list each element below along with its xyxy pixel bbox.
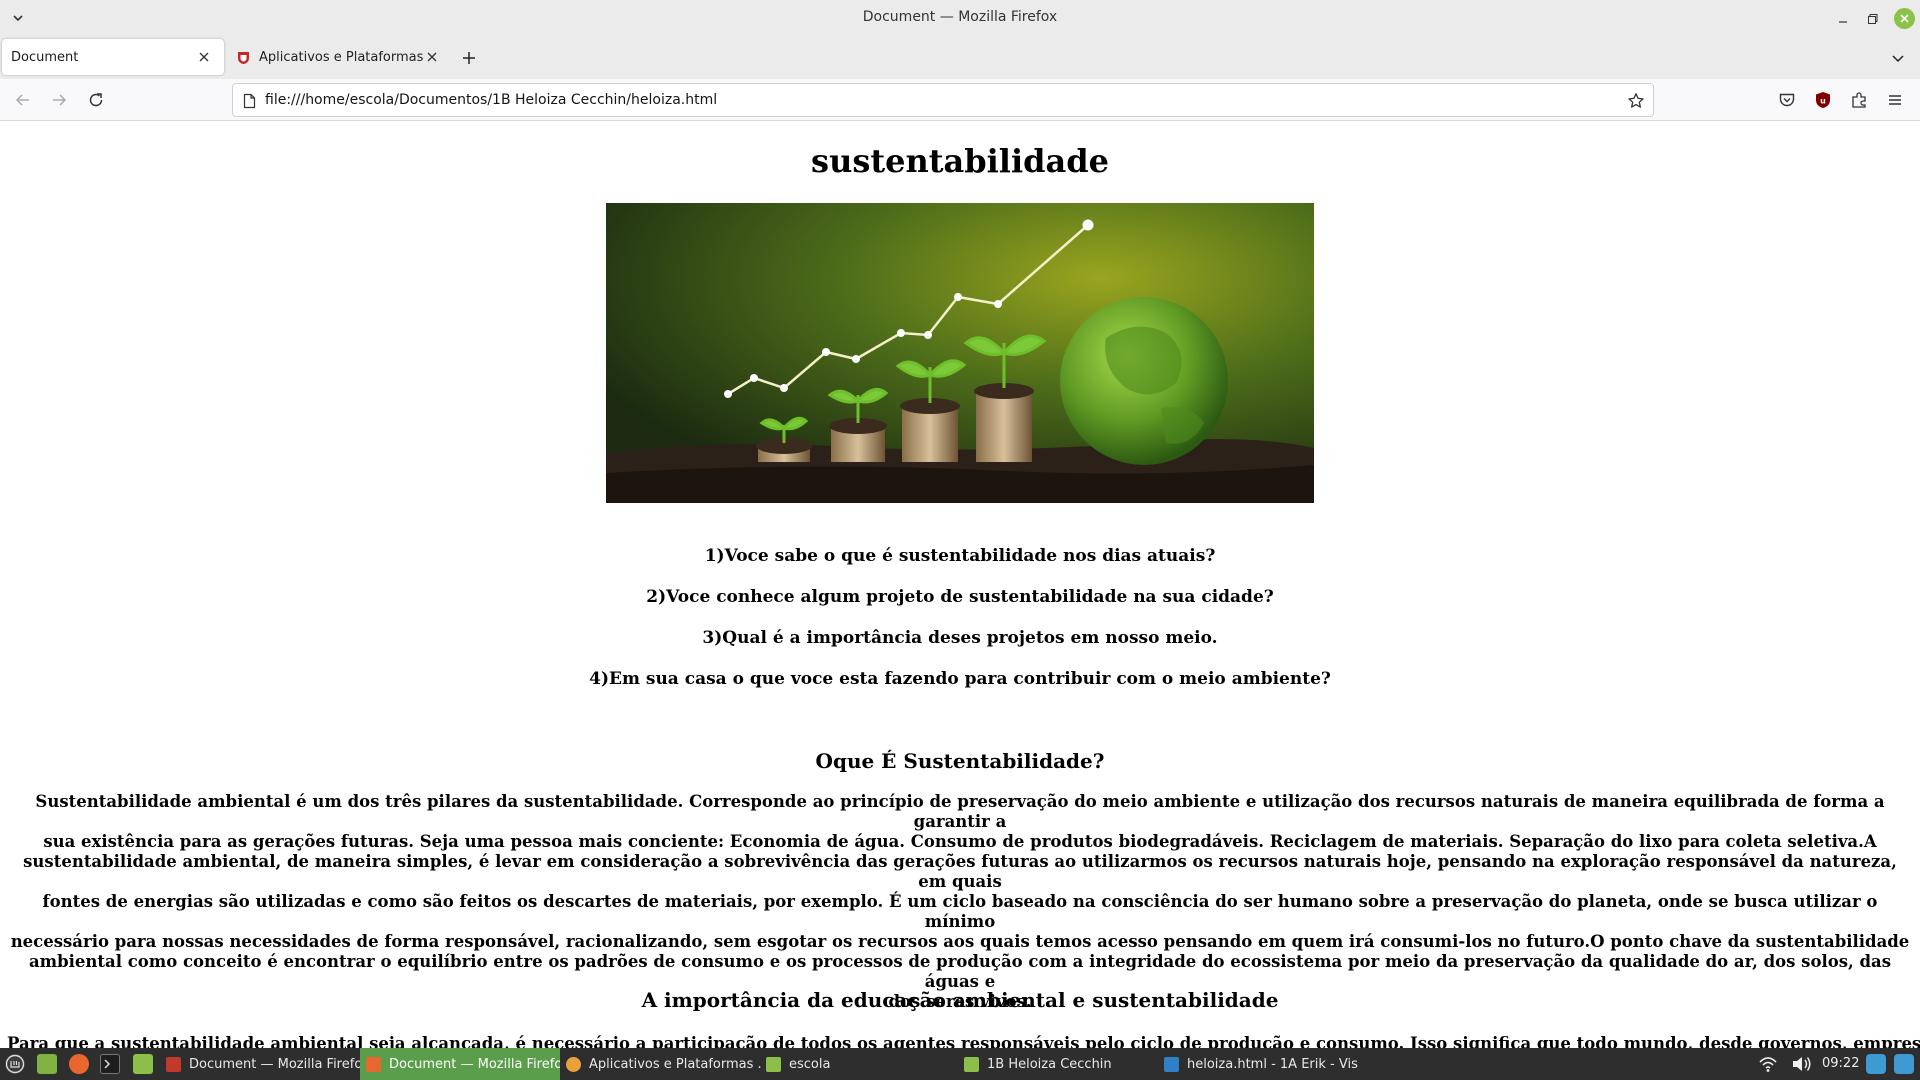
web-page-content: sustentabilidade 1)Voce sabe o que é sus…	[0, 122, 1920, 1048]
svg-text:u: u	[1820, 97, 1826, 106]
ublock-shield-icon[interactable]: u	[1814, 91, 1832, 109]
paragraph-line: sua existência para as gerações futuras.…	[43, 832, 1877, 851]
minimize-window-button[interactable]	[1833, 9, 1853, 29]
question-3: 3)Qual é a importância deses projetos em…	[702, 628, 1218, 648]
bookmark-star-icon[interactable]	[1627, 92, 1645, 110]
tab-strip: Document Aplicativos e Plataformas E	[0, 37, 1920, 79]
taskbar-clock[interactable]: 09:22	[1822, 1056, 1859, 1071]
tab-label: Document	[11, 49, 79, 65]
vscode-app-icon	[1164, 1056, 1179, 1072]
paragraph-line: necessário para nossas necessidades de f…	[10, 932, 1910, 951]
question-1: 1)Voce sabe o que é sustentabilidade nos…	[704, 546, 1216, 566]
education-paragraph-partial: Para que a sustentabilidade ambiental se…	[7, 1034, 1920, 1048]
close-window-button[interactable]	[1894, 8, 1915, 29]
tab-document[interactable]: Document	[2, 39, 224, 75]
taskbar-task[interactable]: heloiza.html - 1A Erik - Vis...	[1158, 1048, 1358, 1080]
firefox-launcher-icon[interactable]	[69, 1054, 89, 1074]
folder-icon	[766, 1056, 781, 1072]
site-favicon-icon	[236, 50, 251, 65]
url-bar[interactable]: file:///home/escola/Documentos/1B Heloiz…	[232, 83, 1654, 117]
chrome-app-icon	[566, 1056, 581, 1072]
new-tab-plus-icon[interactable]	[460, 49, 478, 67]
forward-arrow-icon[interactable]	[50, 91, 68, 109]
paragraph-line: ambiental como conceito é encontrar o eq…	[28, 952, 1892, 991]
section-heading-environmental-education: A importância da educação ambiental e su…	[641, 988, 1279, 1012]
question-4: 4)Em sua casa o que voce esta fazendo pa…	[589, 669, 1331, 689]
taskbar-task-active[interactable]: Document — Mozilla Firefox	[360, 1048, 560, 1080]
section-heading-what-is-sustainability: Oque É Sustentabilidade?	[815, 749, 1105, 773]
list-all-tabs-chevron-icon[interactable]	[1890, 50, 1906, 66]
page-heading: sustentabilidade	[811, 142, 1109, 180]
sustainability-hero-image	[606, 203, 1314, 503]
close-tab-icon[interactable]	[196, 49, 212, 65]
paragraph-line: sustentabilidade ambiental, de maneira s…	[23, 852, 1897, 891]
question-2: 2)Voce conhece algum projeto de sustenta…	[646, 587, 1274, 607]
taskbar-task[interactable]: 1B Heloiza Cecchin	[958, 1048, 1158, 1080]
show-desktop-icon[interactable]	[37, 1054, 57, 1074]
taskbar-task[interactable]: Document — Mozilla Firefox	[160, 1048, 362, 1080]
terminal-launcher-icon[interactable]	[100, 1054, 120, 1074]
navigation-toolbar: file:///home/escola/Documentos/1B Heloiz…	[0, 79, 1920, 121]
taskbar-task[interactable]: Aplicativos e Plataformas ...	[560, 1048, 762, 1080]
paragraph-line: Sustentabilidade ambiental é um dos três…	[35, 792, 1885, 831]
url-text[interactable]: file:///home/escola/Documentos/1B Heloiz…	[265, 92, 717, 108]
close-tab-icon[interactable]	[424, 49, 440, 65]
reload-icon[interactable]	[87, 91, 105, 109]
tab-aplicativos[interactable]: Aplicativos e Plataformas E	[230, 39, 442, 75]
window-titlebar: Document — Mozilla Firefox	[0, 0, 1920, 37]
volume-icon[interactable]	[1790, 1054, 1812, 1074]
window-title: Document — Mozilla Firefox	[862, 9, 1058, 25]
sustainability-paragraph: Sustentabilidade ambiental é um dos três…	[7, 792, 1913, 1012]
restore-window-button[interactable]	[1863, 9, 1883, 29]
tab-label: Aplicativos e Plataformas E	[259, 49, 424, 65]
update-manager-icon[interactable]	[1866, 1054, 1886, 1074]
firefox-app-icon	[166, 1056, 181, 1072]
folder-icon	[964, 1056, 979, 1072]
mint-menu-icon[interactable]	[5, 1054, 25, 1074]
system-taskbar: Document — Mozilla Firefox Document — Mo…	[0, 1048, 1920, 1080]
hamburger-menu-icon[interactable]	[1886, 91, 1904, 109]
firefox-app-icon	[366, 1056, 381, 1072]
paragraph-line: fontes de energias são utilizadas e como…	[42, 892, 1878, 931]
page-document-icon	[242, 93, 257, 109]
pocket-icon[interactable]	[1778, 91, 1796, 109]
wifi-icon[interactable]	[1758, 1054, 1778, 1074]
back-arrow-icon[interactable]	[14, 91, 32, 109]
taskbar-task[interactable]: escola	[760, 1048, 960, 1080]
files-launcher-icon[interactable]	[133, 1054, 153, 1074]
extensions-puzzle-icon[interactable]	[1850, 91, 1868, 109]
tray-app-icon[interactable]	[1894, 1054, 1914, 1074]
